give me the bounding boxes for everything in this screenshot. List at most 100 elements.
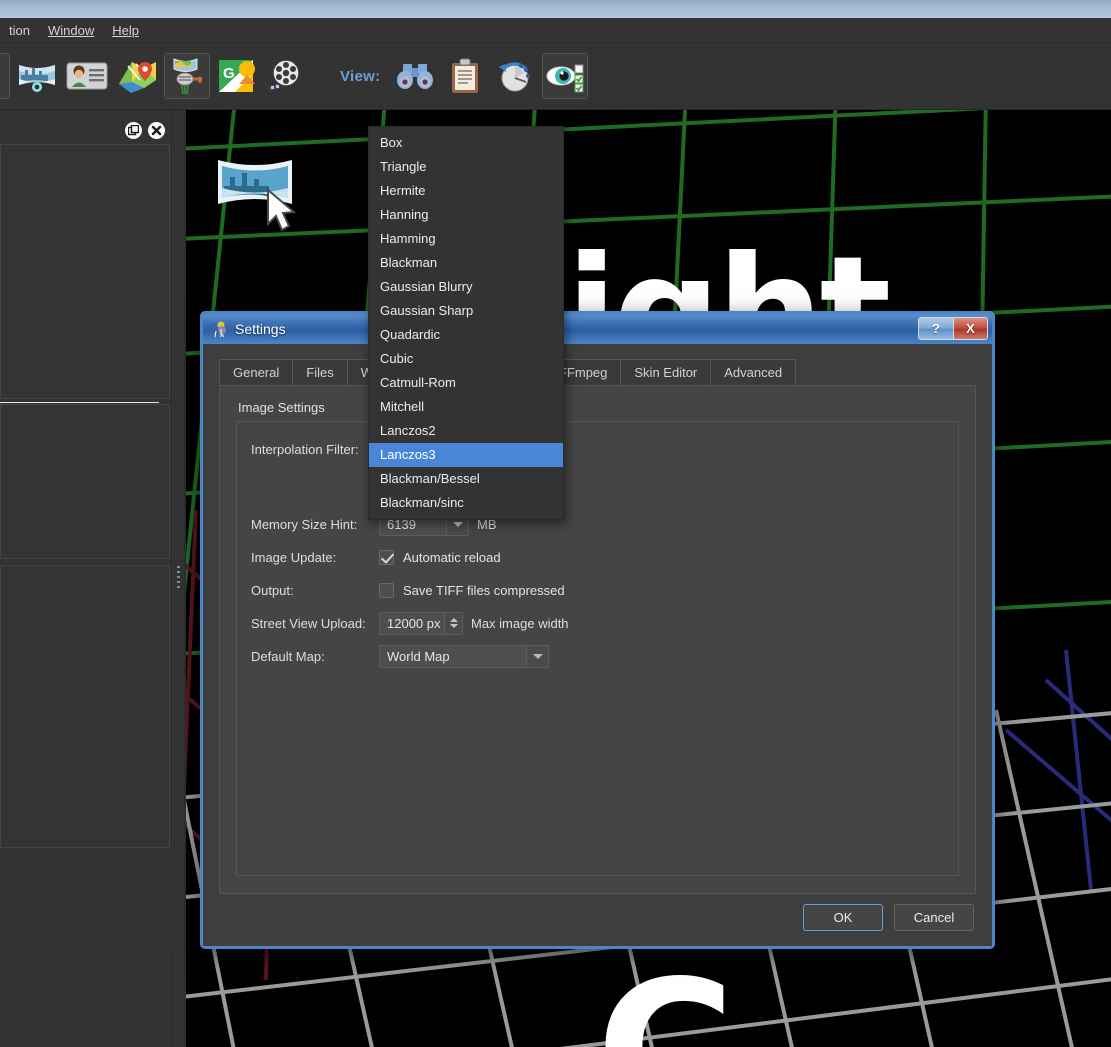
ok-button[interactable]: OK — [803, 903, 883, 931]
save-tiff-compressed-label: Save TIFF files compressed — [403, 582, 565, 598]
toolbar-panorama-tools-button[interactable] — [164, 53, 210, 99]
contact-card-icon — [66, 62, 108, 90]
tab-label: Advanced — [724, 365, 783, 380]
dock-divider — [0, 402, 159, 403]
tab-advanced[interactable]: Advanced — [710, 359, 797, 385]
default-map-combo[interactable]: World Map — [379, 644, 549, 668]
viewport-text-bottom: C — [596, 940, 735, 1047]
field-row-image-update: Image Update: Automatic reload — [251, 546, 944, 568]
default-map-value: World Map — [387, 648, 450, 664]
dialog-footer: OK Cancel — [203, 888, 992, 946]
dropdown-item[interactable]: Lanczos2 — [369, 419, 563, 443]
spinner-buttons[interactable] — [444, 612, 462, 634]
toolbar-visibility-button[interactable] — [542, 53, 589, 99]
clock-rewind-icon — [499, 62, 531, 92]
menu-item-label: Window — [47, 22, 95, 38]
menu-item-option[interactable]: tion — [0, 21, 39, 40]
tab-files[interactable]: Files — [292, 359, 348, 385]
toolbar-google-street-view-button[interactable]: G — [214, 53, 260, 99]
cancel-button[interactable]: Cancel — [894, 903, 974, 931]
svg-text:G: G — [223, 65, 235, 82]
field-row-output: Output: Save TIFF files compressed — [251, 579, 944, 601]
field-row-street-view-upload: Street View Upload: 12000 px Max image w… — [251, 611, 944, 635]
dropdown-item[interactable]: Triangle — [369, 155, 563, 179]
menu-item-label: tion — [9, 22, 30, 38]
save-tiff-compressed-checkbox[interactable] — [379, 582, 394, 598]
dropdown-item[interactable]: Gaussian Blurry — [369, 275, 563, 299]
dropdown-item[interactable]: Catmull-Rom — [369, 371, 563, 395]
chevron-down-icon[interactable] — [526, 645, 548, 667]
dialog-window-controls: ? X — [918, 317, 988, 340]
tab-general[interactable]: General — [219, 359, 294, 385]
interpolation-filter-label: Interpolation Filter: — [251, 441, 359, 457]
film-reel-icon — [268, 59, 300, 92]
dropdown-item[interactable]: Gaussian Sharp — [369, 299, 563, 323]
tab-label: Skin Editor — [634, 365, 698, 380]
output-label: Output: — [251, 582, 294, 598]
toolbar-binoculars-button[interactable] — [392, 53, 438, 99]
panorama-tools-icon — [173, 58, 203, 95]
default-map-label: Default Map: — [251, 648, 325, 664]
dropdown-item[interactable]: Lanczos3 — [369, 443, 563, 467]
settings-tab-panel: Image Settings Interpolation Filter: Lan… — [219, 386, 976, 894]
automatic-reload-checkbox[interactable] — [379, 549, 394, 565]
dropdown-item[interactable]: Blackman/Bessel — [369, 467, 563, 491]
dropdown-item[interactable]: Mitchell — [369, 395, 563, 419]
main-toolbar: G View: — [0, 43, 1111, 110]
dropdown-item[interactable]: Cubic — [369, 347, 563, 371]
menu-item-help[interactable]: Help — [103, 21, 148, 40]
dock-close-button[interactable] — [148, 122, 165, 139]
eye-checklist-icon — [546, 64, 584, 93]
toolbar-film-reel-button[interactable] — [264, 53, 310, 99]
panel-splitter[interactable] — [172, 110, 184, 1047]
dock-float-button[interactable] — [125, 122, 142, 139]
street-view-upload-label: Street View Upload: — [251, 615, 366, 631]
spinner-up-icon[interactable] — [449, 618, 458, 622]
dock-pane-top[interactable] — [0, 144, 170, 399]
dropdown-item[interactable]: Hamming — [369, 227, 563, 251]
dropdown-item[interactable]: Hanning — [369, 203, 563, 227]
toolbar-open-image-button[interactable] — [0, 53, 10, 99]
image-open-icon — [0, 61, 5, 91]
dock-pane-bottom[interactable] — [0, 565, 170, 848]
toolbar-history-button[interactable] — [492, 53, 538, 99]
tab-label: FFmpeg — [558, 365, 608, 380]
dialog-help-button[interactable]: ? — [919, 318, 953, 339]
image-update-label: Image Update: — [251, 549, 337, 565]
dropdown-item[interactable]: Box — [369, 131, 563, 155]
menu-item-window[interactable]: Window — [39, 21, 103, 40]
splitter-grip — [176, 566, 180, 591]
cursor-arrow-icon — [267, 188, 297, 232]
toolbar-panorama-editor-button[interactable] — [14, 53, 60, 99]
toolbar-contact-card-button[interactable] — [64, 53, 110, 99]
google-maps-icon: G — [219, 60, 255, 92]
restore-icon — [128, 125, 139, 136]
tab-label: General — [233, 365, 280, 380]
map-pin-icon — [119, 62, 156, 93]
clipboard-icon — [452, 58, 479, 93]
field-row-interpolation-filter: Interpolation Filter: Lanczos3 — [251, 437, 944, 461]
dialog-titlebar[interactable]: Settings ? X — [203, 314, 992, 344]
close-icon — [151, 125, 162, 136]
settings-dialog: Settings ? X General Files W e Metadata — [200, 311, 995, 949]
settings-balloons-icon — [212, 321, 226, 337]
toolbar-clipboard-button[interactable] — [442, 53, 488, 99]
street-view-upload-suffix: Max image width — [471, 615, 569, 631]
field-row-memory-size-hint: Memory Size Hint: 6139 MB — [251, 512, 944, 536]
dropdown-item[interactable]: Blackman — [369, 251, 563, 275]
dock-pane-middle[interactable] — [0, 404, 170, 559]
dropdown-item[interactable]: Quadardic — [369, 323, 563, 347]
toolbar-map-button[interactable] — [114, 53, 160, 99]
dialog-close-button[interactable]: X — [953, 318, 987, 339]
spinner-down-icon[interactable] — [449, 624, 458, 628]
tab-label: Files — [306, 365, 334, 380]
dropdown-item[interactable]: Blackman/sinc — [369, 491, 563, 515]
street-view-upload-spinner[interactable]: 12000 px — [379, 611, 463, 635]
tab-skin-editor[interactable]: Skin Editor — [620, 359, 712, 385]
interpolation-filter-dropdown-popup[interactable]: Box Triangle Hermite Hanning Hamming Blackman… — [368, 126, 564, 520]
settings-tabstrip: General Files W e Metadata FFmpeg Skin E… — [219, 358, 976, 386]
dropdown-item[interactable]: Hermite — [369, 179, 563, 203]
left-dock-panel: i — [0, 110, 170, 1047]
application-window: tion Window Help G View: Settings ? X Ge… — [0, 0, 1111, 1047]
memory-size-hint-label: Memory Size Hint: — [251, 516, 358, 532]
